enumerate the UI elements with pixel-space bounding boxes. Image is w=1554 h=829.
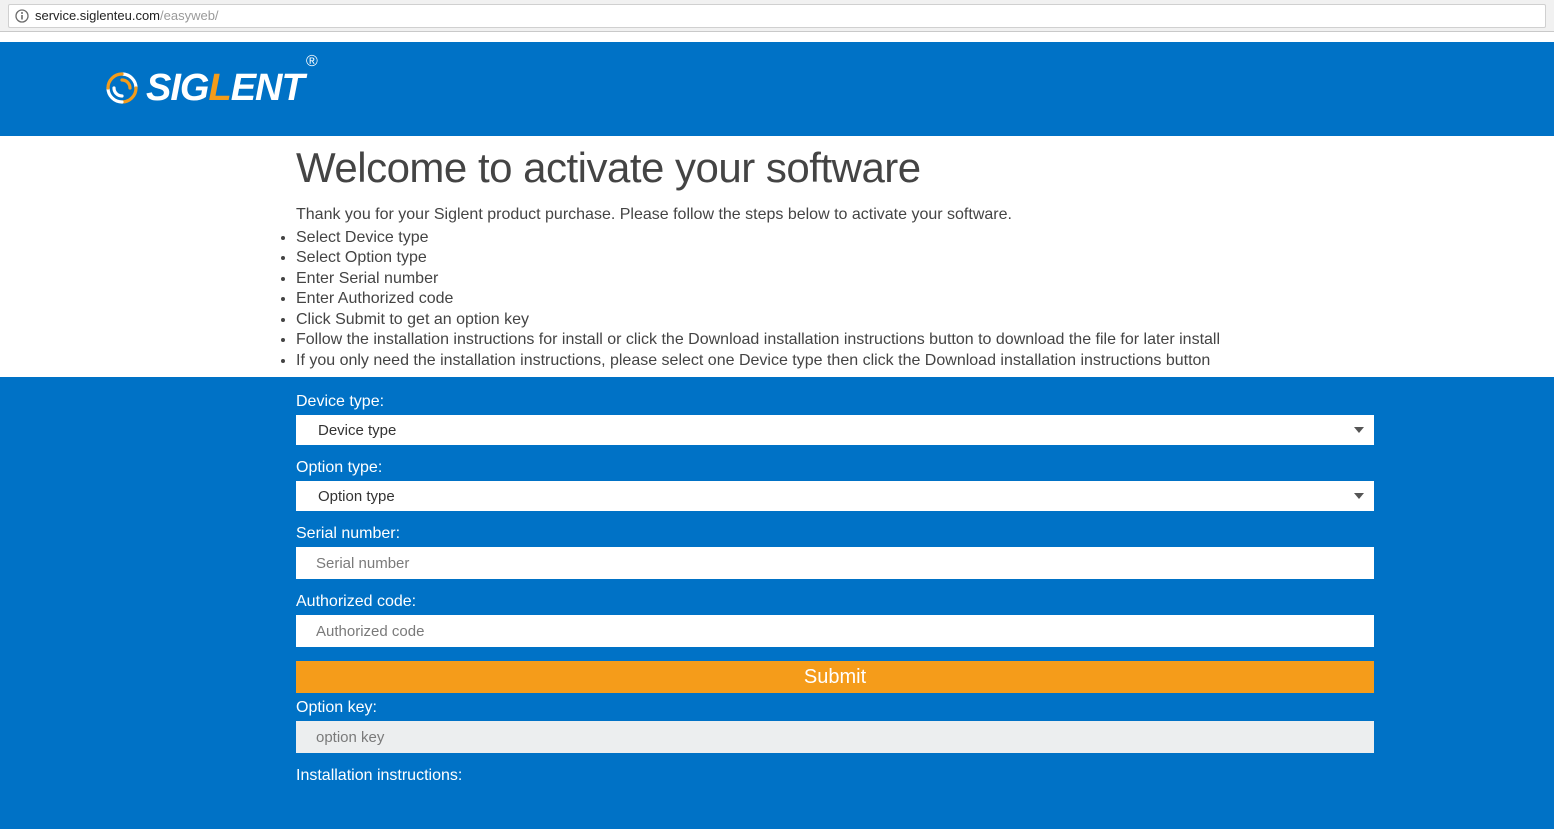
chevron-down-icon [1354,427,1364,433]
option-type-label: Option type: [296,459,1374,477]
form-section: Device type: Device type Option type: Op… [0,377,1554,829]
serial-group: Serial number: [296,525,1374,579]
serial-label: Serial number: [296,525,1374,543]
logo: SIGLENT® [100,66,1554,110]
url-field[interactable]: service.siglenteu.com/easyweb/ [8,4,1546,28]
header: SIGLENT® [0,42,1554,136]
install-group: Installation instructions: [296,767,1374,785]
install-label: Installation instructions: [296,767,1374,785]
info-icon [15,9,29,23]
intro-step: Enter Serial number [296,269,1554,289]
intro-step: If you only need the installation instru… [296,351,1554,371]
intro-thanks: Thank you for your Siglent product purch… [296,206,1554,224]
auth-group: Authorized code: [296,593,1374,647]
device-type-label: Device type: [296,393,1374,411]
device-type-select[interactable]: Device type [296,415,1374,445]
intro-steps-list: Select Device type Select Option type En… [284,228,1554,371]
option-key-output [296,721,1374,753]
logo-swirl-icon [100,66,144,110]
device-type-group: Device type: Device type [296,393,1374,445]
intro-step: Select Option type [296,248,1554,268]
chevron-down-icon [1354,493,1364,499]
serial-input[interactable] [296,547,1374,579]
intro-step: Follow the installation instructions for… [296,330,1554,350]
device-type-value: Device type [296,422,396,439]
address-bar: service.siglenteu.com/easyweb/ [0,0,1554,32]
auth-input[interactable] [296,615,1374,647]
intro-section: Welcome to activate your software Thank … [0,136,1554,377]
option-type-select[interactable]: Option type [296,481,1374,511]
submit-button[interactable]: Submit [296,661,1374,693]
auth-label: Authorized code: [296,593,1374,611]
url-host: service.siglenteu.com [35,8,160,23]
intro-step: Select Device type [296,228,1554,248]
option-key-group: Option key: [296,699,1374,753]
page-title: Welcome to activate your software [296,144,1554,192]
option-key-label: Option key: [296,699,1374,717]
intro-step: Enter Authorized code [296,289,1554,309]
option-type-group: Option type: Option type [296,459,1374,511]
logo-text: SIGLENT® [146,67,316,110]
option-type-value: Option type [296,488,395,505]
intro-step: Click Submit to get an option key [296,310,1554,330]
url-path: /easyweb/ [160,8,219,23]
